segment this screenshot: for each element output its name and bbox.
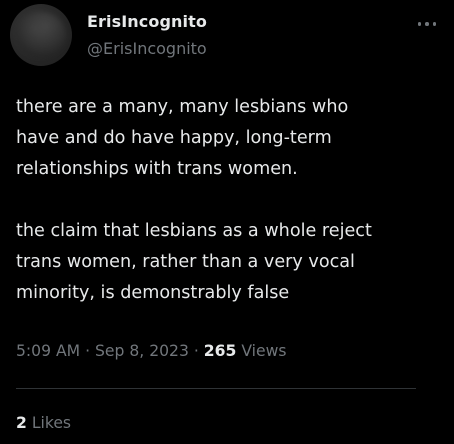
- more-dot: [432, 22, 437, 26]
- tweet-time[interactable]: 5:09 AM: [16, 342, 80, 360]
- tweet-text: there are a many, many lesbians who have…: [16, 92, 446, 309]
- tweet-line: there are a many, many lesbians who: [16, 97, 349, 117]
- tweet-line: trans women, rather than a very vocal: [16, 252, 355, 272]
- tweet-meta: 5:09 AM · Sep 8, 2023 · 265 Views: [16, 342, 286, 360]
- tweet-line: the claim that lesbians as a whole rejec…: [16, 221, 372, 241]
- views-count: 265: [203, 342, 237, 360]
- tweet-line: relationships with trans women.: [16, 159, 298, 179]
- tweet-date[interactable]: Sep 8, 2023: [95, 342, 189, 360]
- tweet-line: have and do have happy, long-term: [16, 128, 332, 148]
- user-handle[interactable]: @ErisIncognito: [87, 39, 207, 58]
- meta-separator: ·: [193, 342, 199, 360]
- more-dot: [417, 22, 422, 26]
- likes-label: Likes: [31, 414, 72, 432]
- more-options-icon[interactable]: [416, 20, 438, 28]
- meta-separator: ·: [85, 342, 91, 360]
- views-label: Views: [241, 342, 287, 360]
- tweet-line: minority, is demonstrably false: [16, 283, 290, 303]
- divider: [16, 388, 416, 389]
- likes-link[interactable]: 2 Likes: [16, 414, 71, 432]
- more-dot: [425, 22, 429, 26]
- likes-count: 2: [16, 414, 27, 432]
- display-name[interactable]: ErisIncognito: [87, 12, 207, 31]
- avatar[interactable]: [10, 4, 72, 66]
